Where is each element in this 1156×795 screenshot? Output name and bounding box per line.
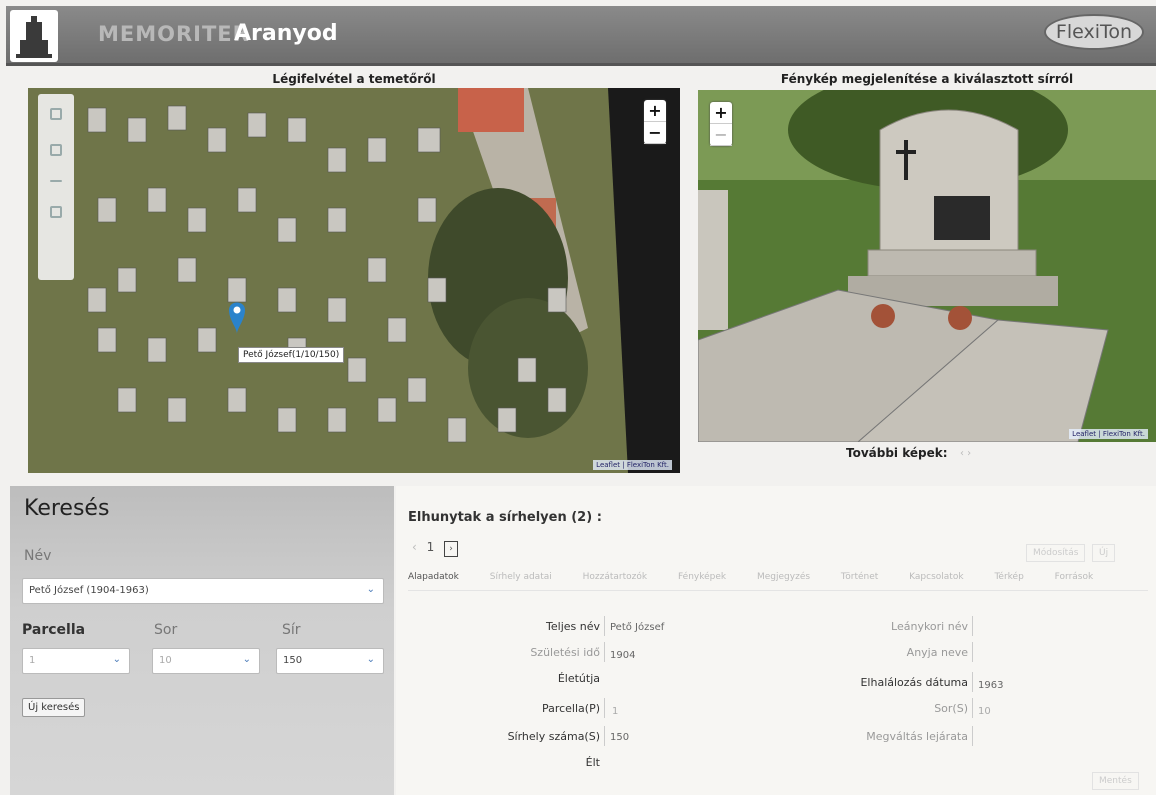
map-attribution[interactable]: Leaflet | FlexiTon Kft. (593, 460, 672, 470)
edit-layer-icon[interactable] (50, 206, 62, 218)
flexiton-logo[interactable]: FlexiTon (1044, 14, 1144, 50)
parcel-select[interactable]: 1 ⌄ (22, 648, 130, 674)
photo-zoom-in-button[interactable]: + (710, 102, 732, 124)
monument-icon (16, 16, 52, 58)
row-s-label: Sor(S) (934, 702, 968, 715)
expiry-label: Megváltás lejárata (866, 730, 968, 743)
birth-value: 1904 (610, 650, 636, 661)
divider (604, 642, 605, 662)
life-label: Életútja (557, 672, 600, 685)
grave-marker-label[interactable]: Pető József(1/10/150) (238, 347, 345, 363)
full-name-label: Teljes név (546, 620, 600, 633)
name-select-value: Pető József (1904-1963) (29, 585, 149, 596)
prev-page-button[interactable]: ‹ (412, 540, 417, 554)
map-zoom-in-button[interactable]: + (644, 100, 666, 122)
map-draw-toolbar (38, 94, 74, 280)
pager: ‹ 1 › (412, 540, 459, 557)
grave-image (698, 90, 1156, 442)
photo-zoom-out-button[interactable]: − (710, 124, 732, 146)
app-header: MEMORITER Aranyod FlexiTon (6, 6, 1156, 66)
further-images-nav[interactable]: ‹ › (960, 448, 971, 459)
draw-rectangle-icon[interactable] (50, 108, 62, 120)
full-name-value: Pető József (610, 622, 665, 633)
divider (972, 672, 973, 692)
further-images-label: További képek: (846, 446, 948, 460)
draw-polygon-icon[interactable] (50, 144, 62, 156)
name-select[interactable]: Pető József (1904-1963) ⌄ (22, 578, 384, 604)
maiden-name-label: Leánykori név (891, 620, 968, 633)
draw-line-icon[interactable] (50, 180, 62, 182)
aerial-map[interactable]: + − Leaflet | FlexiTon Kft. (28, 88, 680, 473)
deceased-title: Elhunytak a sírhelyen (2) : (408, 510, 602, 525)
modify-button[interactable]: Módosítás (1026, 544, 1086, 562)
divider (972, 642, 973, 662)
row-select-value: 10 (159, 655, 172, 666)
mother-name-label: Anyja neve (906, 646, 968, 659)
grave-no-label: Sírhely száma(S) (507, 730, 600, 743)
tab-grave[interactable]: Sírhely adatai (490, 572, 552, 582)
chevron-down-icon: ⌄ (112, 654, 121, 665)
row-s-value: 10 (978, 706, 991, 717)
memoriter-logo[interactable] (10, 10, 58, 62)
tab-map[interactable]: Térkép (994, 572, 1023, 582)
grave-photo[interactable]: + − Leaflet | FlexiTon Kft. (698, 90, 1156, 442)
parcel-select-value: 1 (29, 655, 36, 666)
new-record-button[interactable]: Új (1092, 544, 1116, 562)
chevron-down-icon: ⌄ (366, 584, 375, 595)
cemetery-name: Aranyod (234, 21, 338, 46)
divider (972, 726, 973, 746)
row-select[interactable]: 10 ⌄ (152, 648, 260, 674)
grave-label: Sír (282, 622, 301, 638)
tab-history[interactable]: Történet (841, 572, 878, 582)
search-title: Keresés (24, 496, 110, 521)
current-page: 1 (426, 540, 435, 554)
chevron-down-icon: ⌄ (242, 654, 251, 665)
map-title: Légifelvétel a temetőről (272, 72, 436, 86)
aerial-photo (28, 88, 680, 473)
parcel-p-label: Parcella(P) (541, 702, 600, 715)
name-label: Név (24, 548, 52, 564)
grave-select[interactable]: 150 ⌄ (276, 648, 384, 674)
save-button[interactable]: Mentés (1092, 772, 1139, 790)
tab-notes[interactable]: Megjegyzés (757, 572, 810, 582)
divider (972, 616, 973, 636)
birth-label: Születési idő (530, 646, 600, 659)
next-page-button[interactable]: › (444, 541, 459, 557)
tab-basic[interactable]: Alapadatok (408, 572, 459, 582)
parcel-p-value: 1 (612, 706, 619, 717)
brand-name: MEMORITER (98, 22, 250, 46)
divider (604, 726, 605, 746)
divider (604, 616, 605, 636)
age-label: Élt (585, 756, 600, 769)
new-search-button[interactable]: Új keresés (22, 698, 86, 717)
photo-zoom-control: + − (710, 102, 732, 146)
tab-relatives[interactable]: Hozzátartozók (583, 572, 647, 582)
row-label: Sor (154, 622, 178, 638)
death-date-label: Elhalálozás dátuma (860, 676, 968, 689)
search-panel: Keresés Név Pető József (1904-1963) ⌄ Pa… (10, 486, 394, 795)
divider (972, 698, 973, 718)
parcel-label: Parcella (22, 622, 86, 638)
chevron-down-icon: ⌄ (366, 654, 375, 665)
death-date-value: 1963 (978, 680, 1004, 691)
map-zoom-out-button[interactable]: − (644, 122, 666, 144)
photo-title: Fénykép megjelenítése a kiválasztott sír… (780, 72, 1074, 86)
grave-no-value: 150 (610, 732, 630, 743)
photo-attribution[interactable]: Leaflet | FlexiTon Kft. (1069, 429, 1148, 439)
map-zoom-control: + − (644, 100, 666, 144)
grave-select-value: 150 (283, 655, 303, 666)
tab-photos[interactable]: Fényképek (678, 572, 726, 582)
detail-tabs: Alapadatok Sírhely adatai Hozzátartozók … (408, 572, 1148, 591)
tab-links[interactable]: Kapcsolatok (909, 572, 963, 582)
divider (604, 698, 605, 718)
details-panel: Elhunytak a sírhelyen (2) : ‹ 1 › Módosí… (396, 486, 1156, 795)
tab-sources[interactable]: Források (1055, 572, 1094, 582)
